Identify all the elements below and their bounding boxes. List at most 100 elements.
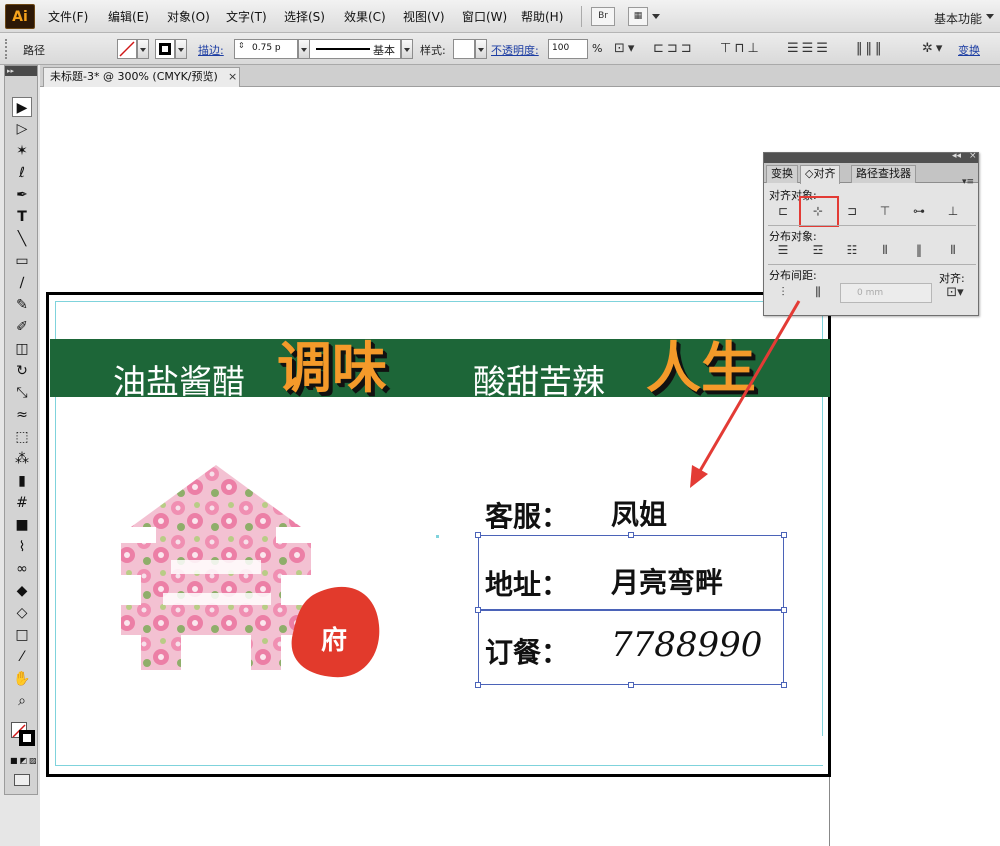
- contact-label[interactable]: 客服：: [485, 495, 569, 535]
- stroke-link[interactable]: 描边:: [198, 42, 224, 58]
- artboard-tool-icon[interactable]: □: [12, 625, 32, 645]
- menu-edit[interactable]: 编辑(E): [108, 8, 149, 25]
- isolate-icon[interactable]: ✲▾: [922, 41, 945, 56]
- selection-handle[interactable]: [475, 682, 481, 688]
- eraser-tool-icon[interactable]: ◫: [12, 339, 32, 359]
- pen-tool-icon[interactable]: ✒: [12, 185, 32, 205]
- toolbox-collapse-icon[interactable]: ▸▸: [5, 66, 37, 76]
- horizontal-align-left-icon[interactable]: ⊏: [772, 202, 794, 220]
- arrange-documents-icon[interactable]: ▦: [628, 7, 648, 26]
- column-graph-tool-icon[interactable]: ▮: [12, 471, 32, 491]
- menu-file[interactable]: 文件(F): [48, 8, 88, 25]
- live-paint-tool-icon[interactable]: ◆: [12, 581, 32, 601]
- distribute-vertical-center-icon[interactable]: ☲: [807, 241, 829, 259]
- distribute-horizontal-center-icon[interactable]: ‖: [908, 241, 930, 259]
- menu-help[interactable]: 帮助(H): [521, 8, 563, 25]
- tab-transform[interactable]: 变换: [766, 165, 798, 183]
- stroke-indicator[interactable]: [19, 730, 35, 746]
- blob-brush-tool-icon[interactable]: ✐: [12, 317, 32, 337]
- distribute-left-icon[interactable]: ⦀: [874, 241, 896, 259]
- pencil-tool-icon[interactable]: ✎: [12, 295, 32, 315]
- horizontal-distribute-space-icon[interactable]: ⫼: [807, 283, 829, 301]
- hand-tool-icon[interactable]: ✋: [12, 669, 32, 689]
- tab-pathfinder[interactable]: 路径查找器: [851, 165, 916, 183]
- mesh-tool-icon[interactable]: #: [12, 493, 32, 513]
- spinner-icon[interactable]: ⇕: [238, 41, 245, 50]
- type-tool-icon[interactable]: T: [12, 207, 32, 227]
- align-to-selection-icon[interactable]: ⊡▾: [940, 284, 970, 302]
- slogan-big-left-text[interactable]: 调味: [277, 323, 387, 403]
- magic-wand-tool-icon[interactable]: ✶: [12, 141, 32, 161]
- fill-dropdown[interactable]: [137, 39, 149, 59]
- color-mode-icons[interactable]: ■◩▨: [10, 756, 37, 766]
- menu-type[interactable]: 文字(T): [226, 8, 267, 25]
- slogan-left-text[interactable]: 油盐酱醋: [113, 355, 245, 403]
- selection-handle[interactable]: [781, 532, 787, 538]
- address-label[interactable]: 地址：: [485, 563, 569, 603]
- order-label[interactable]: 订餐：: [485, 631, 569, 671]
- menu-window[interactable]: 窗口(W): [462, 8, 507, 25]
- panel-grip-icon[interactable]: [5, 39, 9, 59]
- distribute-bottom-icon[interactable]: ☷: [841, 241, 863, 259]
- rotate-tool-icon[interactable]: ↻: [12, 361, 32, 381]
- menu-object[interactable]: 对象(O): [167, 8, 210, 25]
- selection-handle[interactable]: [628, 682, 634, 688]
- vertical-align-top-icon[interactable]: ⊤: [874, 202, 896, 220]
- paintbrush-tool-icon[interactable]: ∕: [12, 273, 32, 293]
- slogan-big-right-text[interactable]: 人生: [646, 323, 756, 403]
- align-vertical-icons[interactable]: ⊤⊓⊥: [720, 41, 762, 56]
- menu-view[interactable]: 视图(V): [403, 8, 445, 25]
- close-icon[interactable]: ×: [969, 151, 977, 161]
- vertical-align-bottom-icon[interactable]: ⊥: [942, 202, 964, 220]
- screen-mode-icon[interactable]: [14, 774, 30, 786]
- panel-header-bar[interactable]: ◂◂ ×: [764, 151, 978, 163]
- slice-tool-icon[interactable]: ⁄: [12, 647, 32, 667]
- chevron-down-icon[interactable]: [652, 14, 660, 19]
- warp-tool-icon[interactable]: ≈: [12, 405, 32, 425]
- graphic-style-swatch[interactable]: [453, 39, 475, 59]
- eyedropper-tool-icon[interactable]: ⌇: [12, 537, 32, 557]
- blend-tool-icon[interactable]: ∞: [12, 559, 32, 579]
- gradient-tool-icon[interactable]: ■: [12, 515, 32, 535]
- lasso-tool-icon[interactable]: ℓ: [12, 163, 32, 183]
- zoom-tool-icon[interactable]: ⌕: [12, 691, 32, 711]
- distribute-top-icon[interactable]: ☰: [772, 241, 794, 259]
- vertical-align-center-icon[interactable]: ⊶: [908, 202, 930, 220]
- tab-align[interactable]: ◇对齐: [800, 165, 841, 184]
- free-transform-tool-icon[interactable]: ⬚: [12, 427, 32, 447]
- live-paint-selection-tool-icon[interactable]: ◇: [12, 603, 32, 623]
- scale-tool-icon[interactable]: ⤡: [12, 383, 32, 403]
- selection-handle[interactable]: [781, 607, 787, 613]
- selection-handle[interactable]: [475, 607, 481, 613]
- line-tool-icon[interactable]: ╲: [12, 229, 32, 249]
- rectangle-tool-icon[interactable]: ▭: [12, 251, 32, 271]
- vertical-distribute-space-icon[interactable]: ⫶: [772, 283, 794, 301]
- chevron-down-icon[interactable]: [986, 14, 994, 19]
- stroke-swatch[interactable]: [155, 39, 175, 59]
- contact-value[interactable]: 凤姐: [611, 493, 667, 533]
- align-reference-icon[interactable]: ⊡▾: [614, 41, 637, 56]
- symbol-sprayer-tool-icon[interactable]: ⁂: [12, 449, 32, 469]
- panel-menu-icon[interactable]: ▾≡: [962, 177, 974, 187]
- close-icon[interactable]: ×: [228, 68, 237, 86]
- selection-tool-icon[interactable]: ▶: [12, 97, 32, 117]
- selection-handle[interactable]: [781, 682, 787, 688]
- distribute-horizontal-icons[interactable]: ‖‖‖: [856, 41, 885, 56]
- selection-handle[interactable]: [628, 532, 634, 538]
- distribute-vertical-icons[interactable]: ☰☰☰: [787, 41, 831, 56]
- menu-select[interactable]: 选择(S): [284, 8, 325, 25]
- address-value[interactable]: 月亮弯畔: [611, 561, 723, 601]
- collapse-panel-icon[interactable]: ◂◂: [952, 151, 961, 161]
- document-tab[interactable]: 未标题-3* @ 300% (CMYK/预览) ×: [43, 67, 240, 87]
- direct-selection-tool-icon[interactable]: ▷: [12, 119, 32, 139]
- menu-effect[interactable]: 效果(C): [344, 8, 386, 25]
- stroke-dropdown[interactable]: [175, 39, 187, 59]
- graphic-style-dropdown[interactable]: [475, 39, 487, 59]
- distribute-right-icon[interactable]: ⫴: [942, 241, 964, 259]
- horizontal-align-right-icon[interactable]: ⊐: [841, 202, 863, 220]
- transform-link[interactable]: 变换: [958, 42, 980, 58]
- order-phone-value[interactable]: 7788990: [611, 625, 762, 665]
- fill-swatch[interactable]: [117, 39, 137, 59]
- bridge-icon[interactable]: Br: [591, 7, 615, 26]
- stroke-style-dropdown[interactable]: [401, 39, 413, 59]
